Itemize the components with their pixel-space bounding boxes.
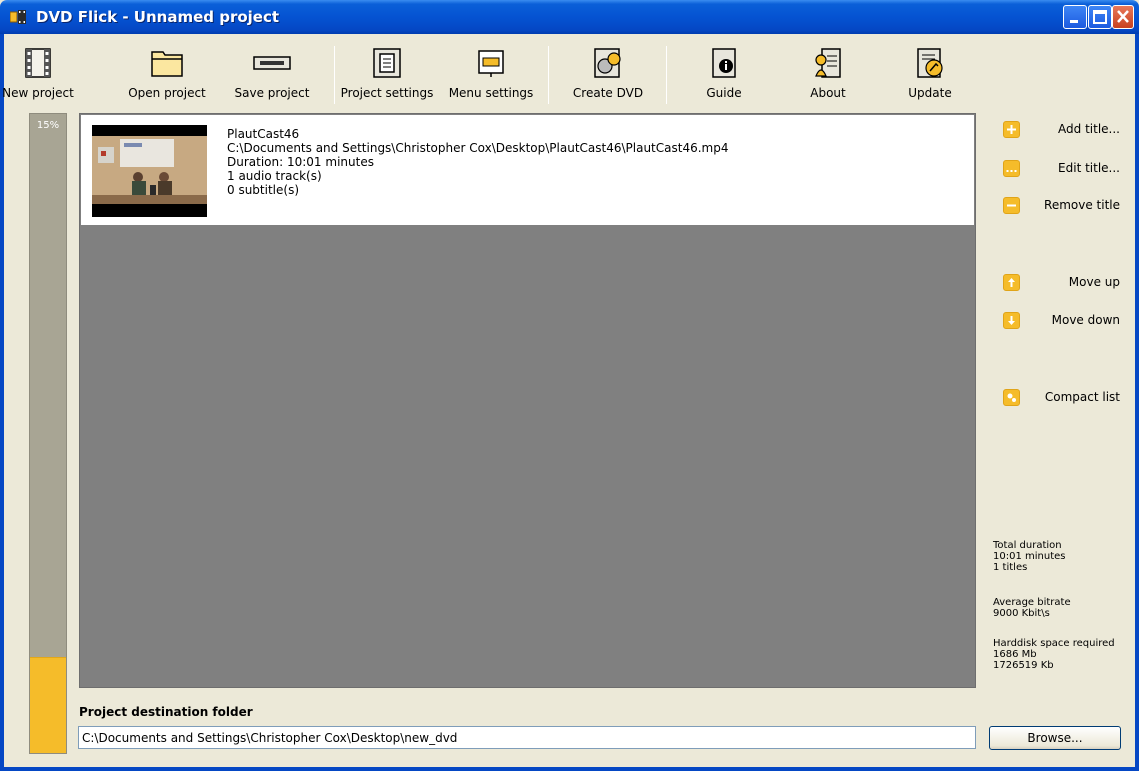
- total-duration-stats: Total duration 10:01 minutes 1 titles: [993, 540, 1065, 573]
- project-settings-icon: [373, 48, 401, 78]
- total-duration-value: 10:01 minutes: [993, 551, 1066, 562]
- harddisk-stats: Harddisk space required 1686 Mb 1726519 …: [993, 638, 1115, 671]
- title-duration: Duration: 10:01 minutes: [227, 155, 374, 169]
- disk-drive-icon: [253, 56, 291, 70]
- create-dvd-button[interactable]: Create DVD: [558, 42, 658, 108]
- destination-folder-input[interactable]: [78, 726, 976, 749]
- project-settings-label: Project settings: [340, 86, 434, 100]
- open-project-label: Open project: [128, 86, 206, 100]
- total-duration-label: Total duration: [993, 540, 1062, 551]
- menu-settings-icon: [478, 50, 504, 77]
- ellipsis-icon: [1003, 160, 1020, 177]
- move-down-button[interactable]: Move down: [998, 308, 1120, 334]
- dvd-flick-app-icon: [9, 10, 26, 24]
- plus-icon: [1003, 121, 1020, 138]
- edit-title-label: Edit title...: [1058, 161, 1120, 175]
- menu-settings-button[interactable]: Menu settings: [441, 42, 541, 108]
- project-settings-button[interactable]: Project settings: [337, 42, 437, 108]
- title-audio-tracks: 1 audio track(s): [227, 169, 322, 183]
- folder-icon: [151, 51, 183, 77]
- compact-list-label: Compact list: [1044, 390, 1120, 404]
- list-item[interactable]: PlautCast46 C:\Documents and Settings\Ch…: [81, 115, 974, 225]
- menu-settings-label: Menu settings: [448, 86, 534, 100]
- update-icon: [917, 48, 943, 78]
- minimize-button[interactable]: [1063, 5, 1087, 29]
- average-bitrate-value: 9000 Kbit\s: [993, 608, 1050, 619]
- film-icon: [25, 48, 51, 78]
- remove-title-button[interactable]: Remove title: [998, 193, 1120, 219]
- guide-label: Guide: [706, 86, 742, 100]
- remove-title-label: Remove title: [1044, 198, 1120, 212]
- browse-button[interactable]: Browse...: [989, 726, 1121, 750]
- harddisk-mb: 1686 Mb: [993, 649, 1037, 660]
- toolbar-separator: [334, 46, 335, 104]
- title-bar[interactable]: DVD Flick - Unnamed project: [0, 0, 1139, 34]
- move-up-label: Move up: [1068, 275, 1120, 289]
- arrow-down-icon: [1003, 312, 1020, 329]
- title-path: C:\Documents and Settings\Christopher Co…: [227, 141, 729, 155]
- titles-count: 1 titles: [993, 562, 1028, 573]
- new-project-label: New project: [2, 86, 74, 100]
- average-bitrate-label: Average bitrate: [993, 597, 1071, 608]
- progress-label: 15%: [36, 120, 60, 131]
- guide-icon: [712, 48, 736, 78]
- title-subtitles: 0 subtitle(s): [227, 183, 299, 197]
- compact-list-button[interactable]: Compact list: [998, 385, 1120, 411]
- toolbar-separator: [666, 46, 667, 104]
- edit-title-button[interactable]: Edit title...: [998, 156, 1120, 182]
- arrow-up-icon: [1003, 274, 1020, 291]
- title-list[interactable]: PlautCast46 C:\Documents and Settings\Ch…: [79, 113, 976, 688]
- add-title-label: Add title...: [1058, 122, 1120, 136]
- update-label: Update: [908, 86, 952, 100]
- harddisk-label: Harddisk space required: [993, 638, 1115, 649]
- compact-list-icon: [1003, 389, 1020, 406]
- window-title: DVD Flick - Unnamed project: [36, 8, 280, 26]
- maximize-button[interactable]: [1088, 5, 1112, 29]
- save-project-button[interactable]: Save project: [222, 42, 322, 108]
- toolbar: New project Open project Save project Pr…: [2, 34, 1135, 110]
- progress-bar: 15%: [29, 113, 67, 754]
- new-project-button[interactable]: New project: [0, 42, 88, 108]
- title-details: PlautCast46 C:\Documents and Settings\Ch…: [227, 127, 728, 197]
- toolbar-separator: [548, 46, 549, 104]
- progress-fill: [30, 657, 66, 753]
- destination-folder-label: Project destination folder: [79, 705, 253, 719]
- average-bitrate-stats: Average bitrate 9000 Kbit\s: [993, 597, 1071, 619]
- harddisk-kb: 1726519 Kb: [993, 660, 1054, 671]
- minus-icon: [1003, 197, 1020, 214]
- about-icon: [815, 48, 841, 78]
- move-down-label: Move down: [1051, 313, 1120, 327]
- about-button[interactable]: About: [778, 42, 878, 108]
- title-thumbnail: [92, 125, 207, 217]
- guide-button[interactable]: Guide: [674, 42, 774, 108]
- create-dvd-icon: [594, 48, 621, 78]
- add-title-button[interactable]: Add title...: [998, 117, 1120, 143]
- close-button[interactable]: [1112, 5, 1134, 29]
- save-project-label: Save project: [234, 86, 310, 100]
- open-project-button[interactable]: Open project: [117, 42, 217, 108]
- create-dvd-label: Create DVD: [572, 86, 644, 100]
- about-label: About: [810, 86, 846, 100]
- update-button[interactable]: Update: [880, 42, 980, 108]
- title-name: PlautCast46: [227, 127, 300, 141]
- move-up-button[interactable]: Move up: [998, 270, 1120, 296]
